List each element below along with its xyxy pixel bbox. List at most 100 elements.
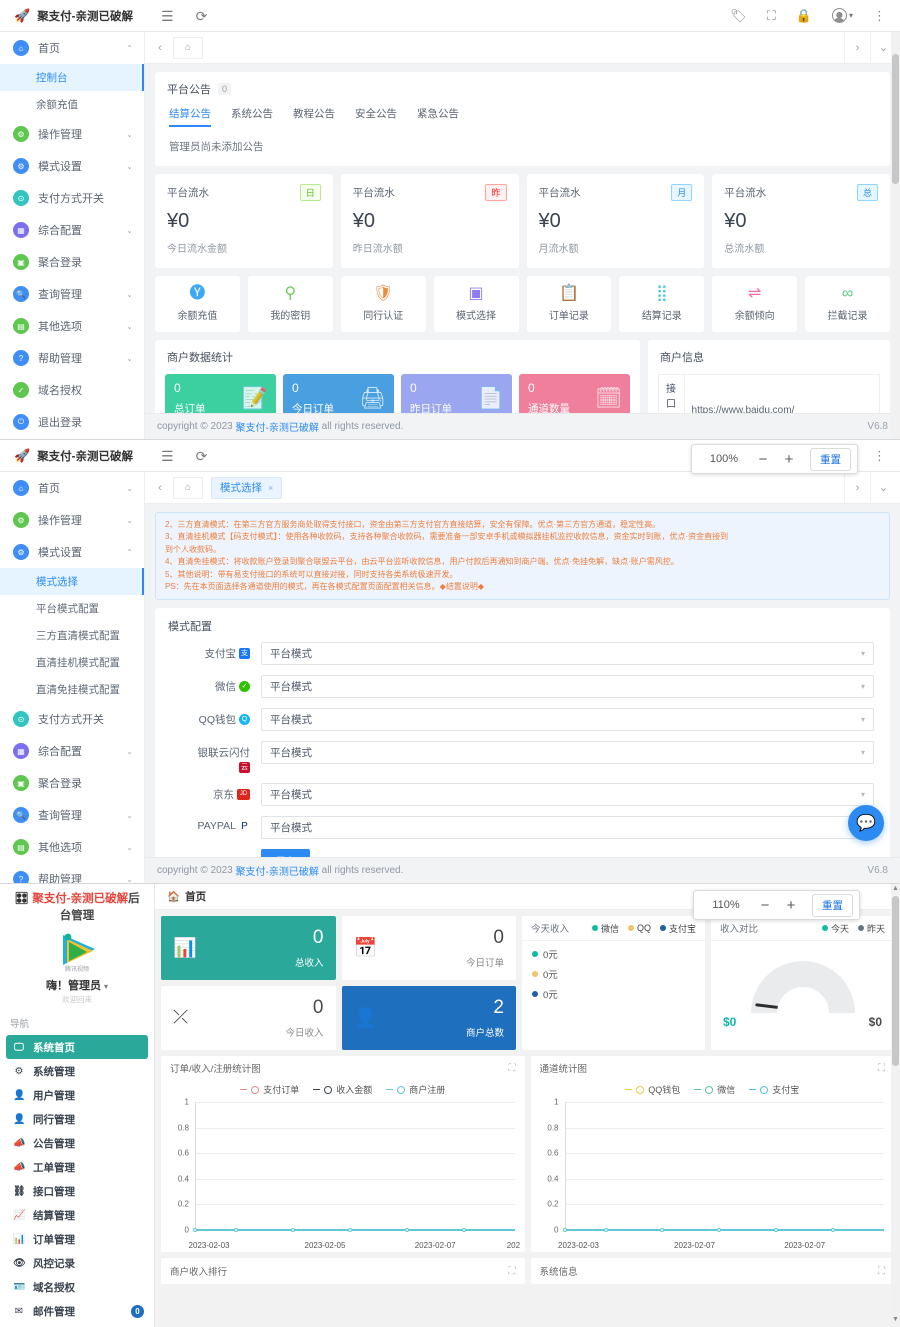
wechat-mode-select[interactable]: 平台模式 ▾ bbox=[261, 675, 874, 698]
scrollbar-thumb[interactable] bbox=[892, 896, 899, 1066]
nav-item-peer-manage[interactable]: 👤 同行管理 bbox=[0, 1107, 154, 1131]
nav-item-ticket-manage[interactable]: 📣 工单管理 bbox=[0, 1155, 154, 1179]
expand-icon[interactable]: ⛶ bbox=[509, 1266, 516, 1277]
legend-income-amount[interactable]: 收入金额 bbox=[313, 1083, 372, 1096]
nav-item-settlement-manage[interactable]: 📈 结算管理 bbox=[0, 1203, 154, 1227]
zoom-in-button[interactable]: + bbox=[776, 451, 802, 468]
sidebar-item-home[interactable]: ⌂ 首页 ⌃ bbox=[0, 32, 144, 64]
sidebar-item-aggregate-login[interactable]: ▣ 聚合登录 bbox=[0, 767, 144, 799]
notice-tab-system[interactable]: 系统公告 bbox=[231, 106, 273, 127]
zoom-in-button[interactable]: + bbox=[778, 897, 804, 914]
jd-mode-select[interactable]: 平台模式 ▾ bbox=[261, 783, 874, 806]
legend-wechat[interactable]: 微信 bbox=[694, 1083, 735, 1096]
tab-home-icon[interactable]: ⌂ bbox=[173, 37, 203, 59]
sidebar-item-general-config[interactable]: ▦ 综合配置 ⌄ bbox=[0, 735, 144, 767]
expand-icon[interactable]: ⛶ bbox=[509, 1063, 516, 1074]
more-options-icon[interactable]: ⋮ bbox=[873, 9, 886, 22]
tab-dropdown-icon[interactable]: ⌄ bbox=[870, 472, 896, 504]
legend-alipay[interactable]: 支付宝 bbox=[749, 1083, 799, 1096]
greeting-text[interactable]: 嗨！管理员 ▾ bbox=[0, 977, 154, 993]
nav-item-interface-manage[interactable]: ⛓ 接口管理 bbox=[0, 1179, 154, 1203]
avatar[interactable]: ▾ bbox=[832, 8, 853, 23]
nav-item-system-manage[interactable]: ⚙ 系统管理 bbox=[0, 1059, 154, 1083]
tab-scroll-left[interactable]: ‹ bbox=[149, 482, 171, 494]
copyright-link[interactable]: 聚支付-亲测已破解 bbox=[236, 419, 319, 434]
sidebar-item-aggregate-login[interactable]: ▣ 聚合登录 bbox=[0, 246, 144, 278]
notice-tab-security[interactable]: 安全公告 bbox=[355, 106, 397, 127]
nav-item-notice-manage[interactable]: 📣 公告管理 bbox=[0, 1131, 154, 1155]
sidebar-item-query[interactable]: 🔍 查询管理 ⌄ bbox=[0, 799, 144, 831]
notice-tab-tutorial[interactable]: 教程公告 bbox=[293, 106, 335, 127]
unionpay-mode-select[interactable]: 平台模式 ▾ bbox=[261, 741, 874, 764]
page-scrollbar-1[interactable] bbox=[891, 32, 900, 439]
nav-item-risk-records[interactable]: 👁 风控记录 bbox=[0, 1251, 154, 1275]
sidebar-item-logout[interactable]: ⏻ 退出登录 bbox=[0, 406, 144, 438]
tile-today-orders[interactable]: 📅 0 今日订单 bbox=[342, 916, 517, 980]
hamburger-icon[interactable]: ☰ bbox=[161, 9, 174, 23]
quick-action-recharge[interactable]: 🅨 余额充值 bbox=[155, 276, 240, 332]
close-icon[interactable]: × bbox=[268, 483, 273, 493]
quick-action-mode-select[interactable]: ▣ 模式选择 bbox=[434, 276, 519, 332]
tab-scroll-right[interactable]: › bbox=[844, 32, 870, 64]
sidebar-item-operations[interactable]: ⚙ 操作管理 ⌄ bbox=[0, 504, 144, 536]
sidebar-item-domain-auth[interactable]: ✓ 域名授权 bbox=[0, 374, 144, 406]
lock-icon[interactable]: 🔒 bbox=[796, 9, 812, 22]
tile-total-income[interactable]: 📊 0 总收入 bbox=[161, 916, 336, 980]
sidebar-subitem-hosted-mode-config[interactable]: 直清挂机模式配置 bbox=[0, 649, 144, 676]
page-scrollbar-3[interactable]: ▲ ▼ bbox=[891, 884, 900, 1327]
sidebar-item-help[interactable]: ? 帮助管理 ⌄ bbox=[0, 863, 144, 883]
notice-tab-settlement[interactable]: 结算公告 bbox=[169, 106, 211, 127]
sidebar-item-mode-settings[interactable]: ⚙ 模式设置 ⌃ bbox=[0, 536, 144, 568]
sidebar-item-payment-switch[interactable]: ⊙ 支付方式开关 bbox=[0, 703, 144, 735]
alipay-mode-select[interactable]: 平台模式 ▾ bbox=[261, 642, 874, 665]
sidebar-item-general-config[interactable]: ▦ 综合配置 ⌄ bbox=[0, 214, 144, 246]
quick-action-key[interactable]: ⚲ 我的密钥 bbox=[248, 276, 333, 332]
zoom-reset-button[interactable]: 重置 bbox=[810, 448, 851, 471]
qqwallet-mode-select[interactable]: 平台模式 ▾ bbox=[261, 708, 874, 731]
quick-action-orders[interactable]: 📋 订单记录 bbox=[527, 276, 612, 332]
tab-scroll-left[interactable]: ‹ bbox=[149, 42, 171, 54]
tab-home-icon[interactable]: ⌂ bbox=[173, 477, 203, 499]
sidebar-subitem-mode-select[interactable]: 模式选择 bbox=[0, 568, 144, 595]
scrollbar-thumb[interactable] bbox=[892, 54, 899, 184]
paypal-mode-select[interactable]: 平台模式 ▾ bbox=[261, 816, 874, 839]
tab-scroll-right[interactable]: › bbox=[844, 472, 870, 504]
nav-item-mail-manage[interactable]: ✉ 邮件管理 0 bbox=[0, 1299, 154, 1323]
zoom-out-button[interactable]: − bbox=[752, 897, 778, 914]
reload-icon[interactable]: ⟳ bbox=[196, 9, 208, 23]
nav-item-domain-auth[interactable]: 🪪 域名授权 bbox=[0, 1275, 154, 1299]
copyright-link[interactable]: 聚支付-亲测已破解 bbox=[236, 863, 319, 878]
more-options-icon[interactable]: ⋮ bbox=[873, 449, 886, 462]
notice-tab-urgent[interactable]: 紧急公告 bbox=[417, 106, 459, 127]
sidebar-item-help[interactable]: ? 帮助管理 ⌄ bbox=[0, 342, 144, 374]
expand-icon[interactable]: ⛶ bbox=[878, 1266, 885, 1277]
tile-today-income[interactable]: ⤫ 0 今日收入 bbox=[161, 986, 336, 1050]
reload-icon[interactable]: ⟳ bbox=[196, 449, 208, 463]
quick-action-peer-auth[interactable]: 🛡 同行认证 bbox=[341, 276, 426, 332]
tab-mode-select[interactable]: 模式选择 × bbox=[211, 477, 282, 499]
nav-item-order-manage[interactable]: 📊 订单管理 bbox=[0, 1227, 154, 1251]
scroll-up-arrow[interactable]: ▲ bbox=[891, 885, 900, 895]
fullscreen-icon[interactable]: ⛶ bbox=[767, 9, 776, 22]
legend-pay-orders[interactable]: 支付订单 bbox=[240, 1083, 299, 1096]
expand-icon[interactable]: ⛶ bbox=[878, 1063, 885, 1074]
sidebar-subitem-console[interactable]: 控制台 bbox=[0, 64, 144, 91]
sidebar-item-other-options[interactable]: ▤ 其他选项 ⌄ bbox=[0, 831, 144, 863]
legend-qq-wallet[interactable]: QQ钱包 bbox=[625, 1083, 680, 1096]
sidebar-item-operations[interactable]: ⚙ 操作管理 ⌄ bbox=[0, 118, 144, 150]
zoom-out-button[interactable]: − bbox=[750, 451, 776, 468]
tile-merchant-total[interactable]: 👤 2 商户总数 bbox=[342, 986, 517, 1050]
tag-icon[interactable]: 🏷 bbox=[730, 9, 747, 22]
sidebar-subitem-hostfree-mode-config[interactable]: 直清免挂模式配置 bbox=[0, 676, 144, 703]
nav-item-user-manage[interactable]: 👤 用户管理 bbox=[0, 1083, 154, 1107]
sidebar-item-other-options[interactable]: ▤ 其他选项 ⌄ bbox=[0, 310, 144, 342]
quick-action-balance-trend[interactable]: ⇌ 余额倾向 bbox=[712, 276, 797, 332]
sidebar-item-home[interactable]: ⌂ 首页 ⌄ bbox=[0, 472, 144, 504]
sidebar-subitem-thirdparty-mode-config[interactable]: 三方直清模式配置 bbox=[0, 622, 144, 649]
chat-bubble-icon[interactable]: 💬 bbox=[848, 805, 884, 841]
sidebar-subitem-recharge[interactable]: 余额充值 bbox=[0, 91, 144, 118]
scroll-down-arrow[interactable]: ▼ bbox=[891, 1316, 900, 1326]
quick-action-intercept[interactable]: ∞ 拦截记录 bbox=[805, 276, 890, 332]
sidebar-item-mode-settings[interactable]: ⚙ 模式设置 ⌄ bbox=[0, 150, 144, 182]
legend-merchant-register[interactable]: 商户注册 bbox=[386, 1083, 445, 1096]
